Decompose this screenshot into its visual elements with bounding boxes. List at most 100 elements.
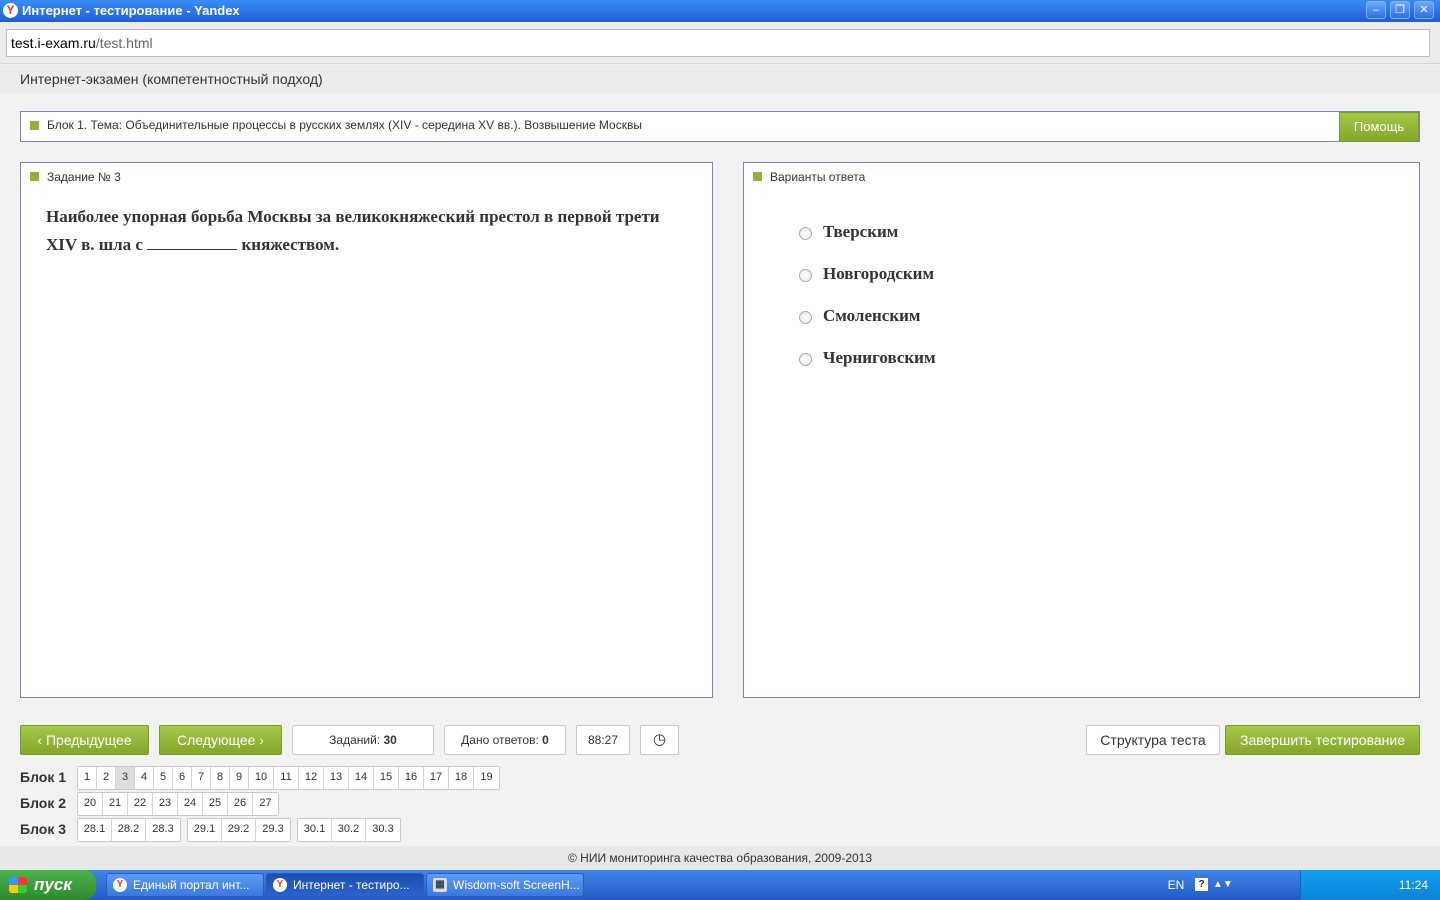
question-number-button[interactable]: 29.1 <box>188 819 222 841</box>
next-button[interactable]: Следующее › <box>159 725 282 755</box>
restore-button[interactable]: ❐ <box>1390 1 1410 19</box>
question-number-button[interactable]: 2 <box>97 767 116 789</box>
question-number-button[interactable]: 28.2 <box>112 819 146 841</box>
question-number-button[interactable]: 6 <box>173 767 192 789</box>
question-number-button[interactable]: 9 <box>230 767 249 789</box>
question-number-button[interactable]: 27 <box>253 793 278 815</box>
taskbar-item-label: Интернет - тестиро... <box>293 878 410 892</box>
chevron-left-icon: ‹ <box>37 732 43 748</box>
finish-test-button[interactable]: Завершить тестирование <box>1225 725 1420 755</box>
question-number-button[interactable]: 28.3 <box>146 819 180 841</box>
structure-button[interactable]: Структура теста <box>1086 725 1220 755</box>
taskbar: пуск Y Единый портал инт... Y Интернет -… <box>0 870 1440 900</box>
help-button[interactable]: Помощь <box>1339 112 1419 142</box>
navigator-group: 29.1 29.2 29.3 <box>187 818 291 842</box>
updown-arrows-icon[interactable]: ▲▼ <box>1213 870 1233 900</box>
question-number-button[interactable]: 13 <box>324 767 349 789</box>
question-number-button[interactable]: 15 <box>374 767 399 789</box>
question-number-button[interactable]: 30.2 <box>332 819 366 841</box>
answers-title: Варианты ответа <box>770 170 866 184</box>
help-icon[interactable]: ? <box>1195 878 1208 891</box>
start-label: пуск <box>34 875 72 894</box>
taskbar-item-label: Wisdom-soft ScreenH... <box>453 878 580 892</box>
yandex-icon: Y <box>3 3 18 18</box>
answers-panel: Варианты ответа Тверским Новгородским См… <box>743 162 1420 698</box>
previous-label: Предыдущее <box>45 732 132 748</box>
question-number-button[interactable]: 21 <box>103 793 128 815</box>
question-number-button[interactable]: 23 <box>153 793 178 815</box>
answered-count-label: Дано ответов: <box>461 733 539 747</box>
question-number-button[interactable]: 1 <box>78 767 97 789</box>
footer: © НИИ мониторинга качества образования, … <box>0 846 1440 870</box>
answer-label: Новгородским <box>823 264 935 283</box>
question-number-button[interactable]: 12 <box>299 767 324 789</box>
taskbar-item-active[interactable]: Y Интернет - тестиро... <box>266 873 424 897</box>
answered-count: Дано ответов: 0 <box>444 725 566 755</box>
window-titlebar: Y Интернет - тестирование - Yandex – ❐ ✕ <box>0 0 1440 22</box>
block-label: Блок 1 <box>20 769 67 785</box>
question-number-button[interactable]: 29.2 <box>222 819 256 841</box>
tasks-count-value: 30 <box>383 733 397 747</box>
radio-button[interactable] <box>799 311 812 324</box>
question-number-button[interactable]: 14 <box>349 767 374 789</box>
question-number-button[interactable]: 29.3 <box>256 819 290 841</box>
question-before: Наиболее упорная борьба Москвы за велико… <box>46 207 660 254</box>
task-panel: Задание № 3 Наиболее упорная борьба Моск… <box>20 162 713 698</box>
question-number-button[interactable]: 16 <box>399 767 424 789</box>
question-number-button[interactable]: 5 <box>154 767 173 789</box>
question-number-button[interactable]: 17 <box>424 767 449 789</box>
question-number-button[interactable]: 30.1 <box>298 819 332 841</box>
question-number-button[interactable]: 30.3 <box>366 819 400 841</box>
question-number-button[interactable]: 11 <box>274 767 299 789</box>
address-bar: test.i-exam.ru/test.html <box>0 22 1440 64</box>
tasks-count: Заданий: 30 <box>292 725 434 755</box>
question-number-button[interactable]: 3 <box>116 767 135 789</box>
radio-button[interactable] <box>799 227 812 240</box>
question-blank <box>147 236 238 250</box>
task-title: Задание № 3 <box>47 170 121 184</box>
navigator-group: 28.1 28.2 28.3 <box>77 818 181 842</box>
question-number-button[interactable]: 22 <box>128 793 153 815</box>
green-square-icon <box>753 172 762 181</box>
question-number-button[interactable]: 20 <box>78 793 103 815</box>
question-after: княжеством. <box>241 235 340 254</box>
answer-label: Тверским <box>823 222 899 241</box>
taskbar-item[interactable]: ▦ Wisdom-soft ScreenH... <box>426 873 584 897</box>
screenshot-app-icon: ▦ <box>433 878 447 892</box>
question-number-button[interactable]: 4 <box>135 767 154 789</box>
timer: 88:27 <box>576 725 630 755</box>
question-number-button[interactable]: 24 <box>178 793 203 815</box>
block-label: Блок 3 <box>20 821 67 837</box>
question-number-button[interactable]: 19 <box>474 767 499 789</box>
navigator-group: 1 2 3 4 5 6 7 8 9 10 11 12 13 14 15 16 17 18 19 <box>77 766 500 790</box>
tasks-count-label: Заданий: <box>329 733 381 747</box>
question-number-button[interactable]: 28.1 <box>78 819 112 841</box>
question-number-button[interactable]: 8 <box>211 767 230 789</box>
close-button[interactable]: ✕ <box>1414 1 1434 19</box>
window-controls: – ❐ ✕ <box>1366 1 1434 19</box>
radio-button[interactable] <box>799 269 812 282</box>
taskbar-item[interactable]: Y Единый портал инт... <box>106 873 264 897</box>
clock-button[interactable]: ◷ <box>640 725 679 755</box>
question-number-button[interactable]: 7 <box>192 767 211 789</box>
taskbar-item-label: Единый портал инт... <box>133 878 250 892</box>
radio-button[interactable] <box>799 353 812 366</box>
green-square-icon <box>30 121 39 130</box>
navigator-row: 28.1 28.2 28.3 29.1 29.2 29.3 30.1 30.2 30.3 <box>77 818 407 842</box>
clock-icon: ◷ <box>652 731 667 748</box>
previous-button[interactable]: ‹ Предыдущее <box>20 725 149 755</box>
start-button[interactable]: пуск <box>0 870 96 900</box>
question-number-button[interactable]: 26 <box>228 793 253 815</box>
block-banner: Блок 1. Тема: Объединительные процессы в… <box>20 111 1420 142</box>
minimize-button[interactable]: – <box>1366 1 1386 19</box>
question-number-button[interactable]: 18 <box>449 767 474 789</box>
question-number-button[interactable]: 25 <box>203 793 228 815</box>
navigator-row: 1 2 3 4 5 6 7 8 9 10 11 12 13 14 15 16 17 18 19 <box>77 766 506 790</box>
clock: 11:24 <box>1398 878 1428 892</box>
language-indicator[interactable]: EN <box>1161 870 1191 900</box>
system-tray: EN ? ▲▼ 11:24 <box>1168 870 1440 900</box>
url-field[interactable]: test.i-exam.ru/test.html <box>6 29 1430 57</box>
question-number-button[interactable]: 10 <box>249 767 274 789</box>
yandex-icon: Y <box>113 878 127 892</box>
url-host: test.i-exam.ru <box>11 35 96 51</box>
